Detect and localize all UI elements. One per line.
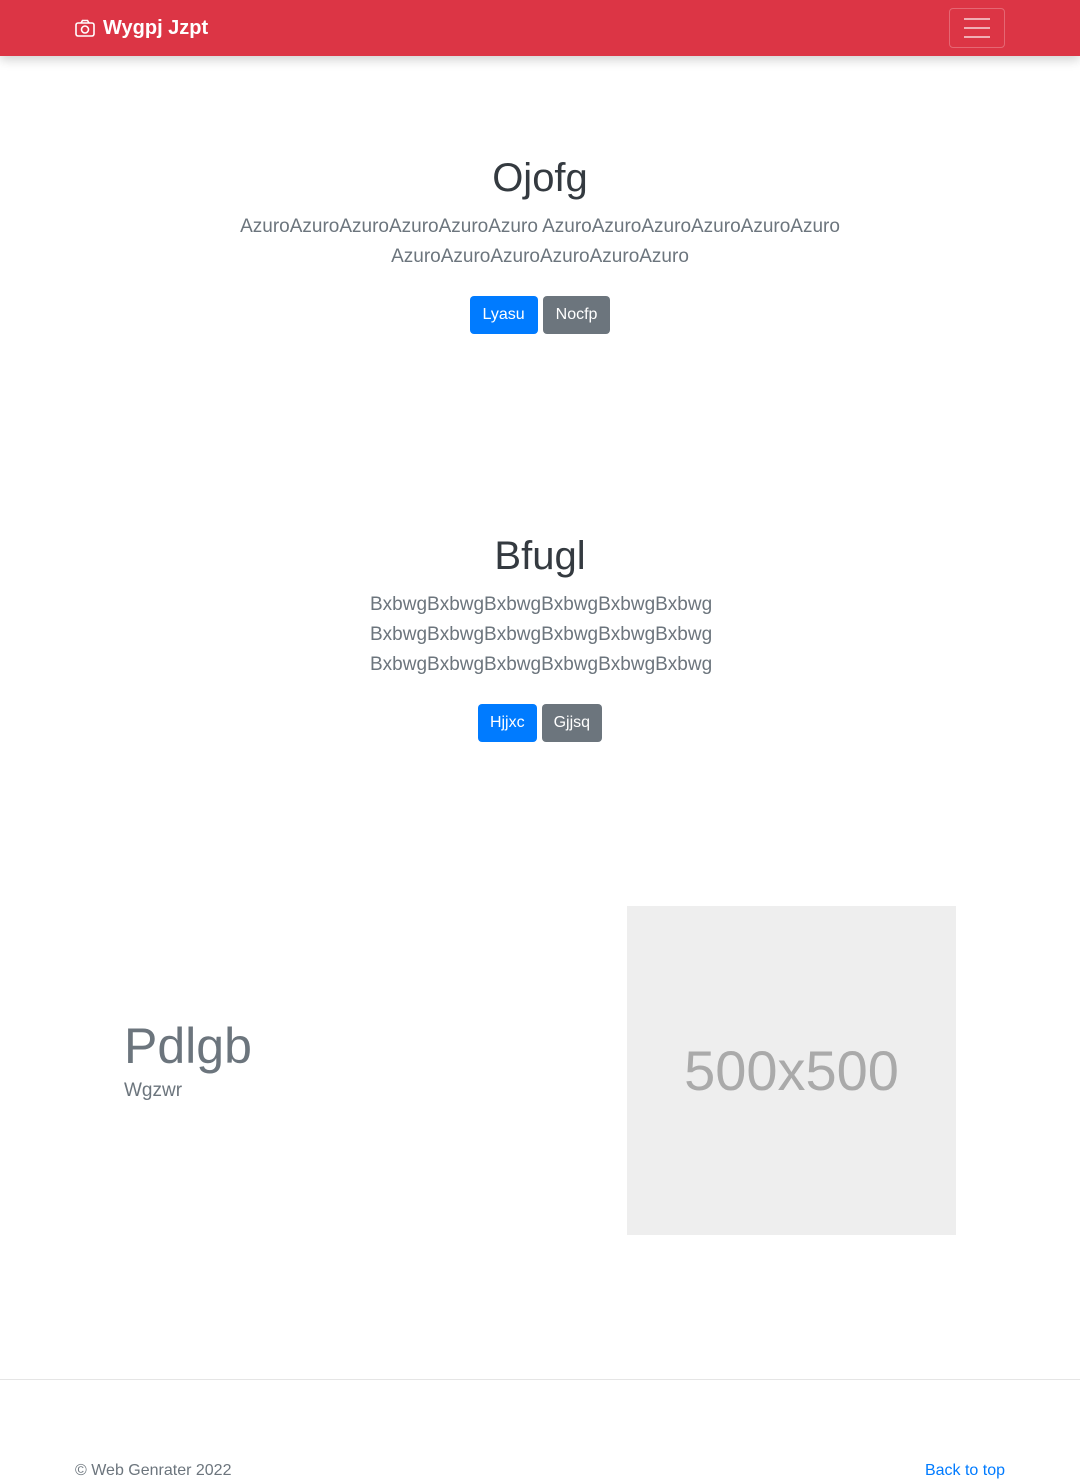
footer-divider [0,1379,1080,1380]
navbar-brand[interactable]: Wygpj Jzpt [75,0,208,56]
hero-2-secondary-button[interactable]: Gjjsq [541,704,603,742]
navbar: Wygpj Jzpt [0,0,1080,56]
hero-1-title: Ojofg [492,156,588,200]
hero-1-secondary-button[interactable]: Nocfp [542,296,611,334]
hero-2-primary-button[interactable]: Hjjxc [477,704,537,742]
hamburger-menu-icon [964,18,990,20]
hero-2-title: Bfugl [494,534,586,578]
back-to-top-link[interactable]: Back to top [925,1462,1005,1480]
navbar-toggler-button[interactable] [949,8,1005,48]
brand-label: Wygpj Jzpt [103,16,209,39]
hero-2-text: BxbwgBxbwgBxbwgBxbwgBxbwgBxbwg BxbwgBxbw… [370,594,713,675]
hero-2-buttons: Hjjxc Gjjsq [0,704,1080,742]
hero-1-buttons: Lyasu Nocfp [0,296,1080,334]
hero-1-primary-button[interactable]: Lyasu [469,296,538,334]
hamburger-menu-icon-bar [964,36,990,38]
placeholder-image-label: 500x500 [684,1039,899,1102]
hero-1-text: AzuroAzuroAzuroAzuroAzuroAzuro AzuroAzur… [240,216,840,267]
hero-section-1: Ojofg AzuroAzuroAzuroAzuroAzuroAzuro Azu… [0,154,1080,334]
footer-copyright: © Web Genrater 2022 [75,1462,232,1479]
feature-title: Pdlgb [124,1018,252,1074]
placeholder-image: 500x500 [627,906,956,1235]
hamburger-menu-icon-bar [964,27,990,29]
camera-icon [75,19,95,37]
hero-section-2: Bfugl BxbwgBxbwgBxbwgBxbwgBxbwgBxbwg Bxb… [0,532,1080,742]
feature-subtitle: Wgzwr [124,1080,183,1101]
